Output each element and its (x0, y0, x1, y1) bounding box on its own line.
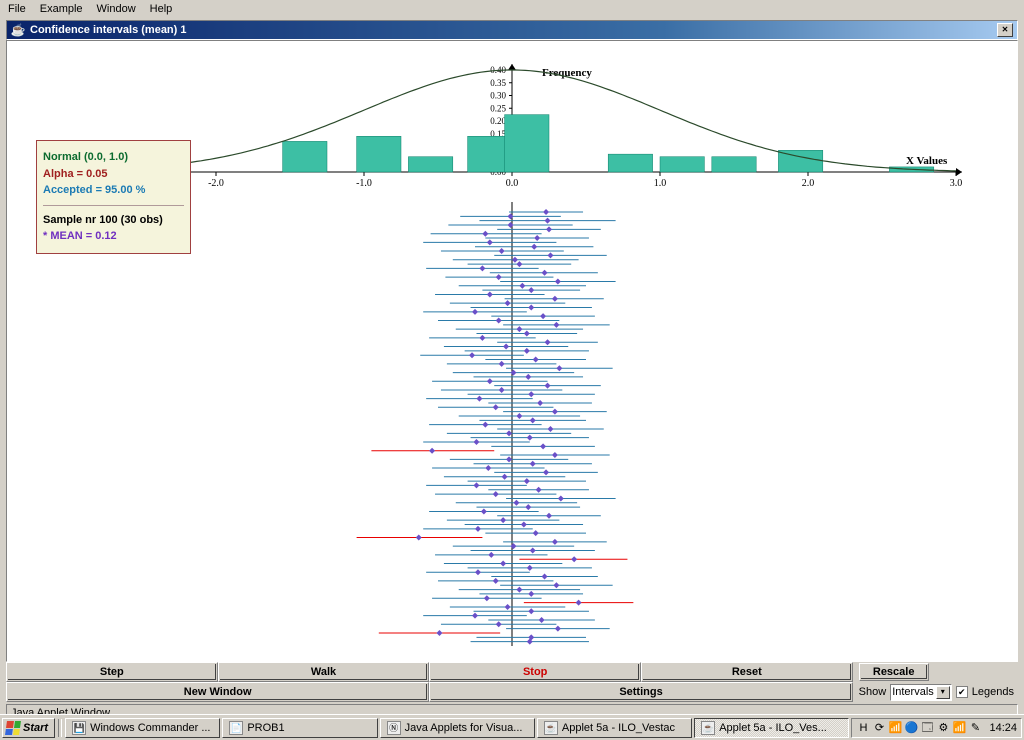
info-box: Normal (0.0, 1.0) Alpha = 0.05 Accepted … (36, 140, 191, 254)
taskbar-divider (58, 719, 62, 737)
start-label: Start (23, 722, 48, 734)
taskbar-item-3[interactable]: ☕ Applet 5a - ILO_Vestac (537, 718, 692, 738)
svg-text:-2.0: -2.0 (208, 178, 224, 189)
new-window-button[interactable]: New Window (6, 682, 429, 702)
plot-svg: -3.0-2.0-1.00.01.02.03.00.000.050.100.15… (8, 42, 1016, 662)
taskbar-item-2[interactable]: Ⓝ Java Applets for Visua... (380, 718, 535, 738)
info-dist: Normal (0.0, 1.0) (43, 149, 184, 166)
menubar: File Example Window Help (0, 0, 1024, 18)
svg-text:1.0: 1.0 (654, 178, 667, 189)
show-dropdown-value: Intervals (892, 686, 934, 698)
tray-icon-6[interactable]: 📶 (952, 721, 966, 735)
tray-icon-3[interactable]: 🔵 (904, 721, 918, 735)
svg-text:0.25: 0.25 (490, 103, 506, 113)
reset-button[interactable]: Reset (641, 662, 853, 682)
taskbar-item-label: Applet 5a - ILO_Ves... (719, 722, 827, 734)
system-tray: H⟳📶🔵🗔⚙📶✎ 14:24 (851, 718, 1022, 738)
walk-button[interactable]: Walk (218, 662, 430, 682)
clock: 14:24 (985, 722, 1017, 734)
svg-text:-1.0: -1.0 (356, 178, 372, 189)
taskbar-item-icon: 💾 (72, 721, 86, 735)
show-label: Show (859, 686, 887, 698)
taskbar-item-4[interactable]: ☕ Applet 5a - ILO_Ves... (694, 718, 849, 738)
info-divider (43, 205, 184, 206)
windows-icon (5, 721, 21, 735)
window-titlebar: ☕ Confidence intervals (mean) 1 ✕ (6, 20, 1018, 40)
side-panel: Rescale Show Intervals ▾ ✔ Legends (855, 662, 1018, 702)
taskbar-item-icon: Ⓝ (387, 721, 401, 735)
svg-text:0.30: 0.30 (490, 91, 506, 101)
taskbar-item-label: Windows Commander ... (90, 722, 210, 734)
info-alpha: Alpha = 0.05 (43, 166, 184, 183)
taskbar-item-icon: ☕ (544, 721, 558, 735)
tray-icon-1[interactable]: ⟳ (872, 721, 886, 735)
taskbar-item-label: PROB1 (247, 722, 284, 734)
stop-button[interactable]: Stop (429, 662, 641, 682)
rescale-button[interactable]: Rescale (859, 663, 929, 681)
tray-icon-0[interactable]: H (856, 721, 870, 735)
taskbar-item-icon: ☕ (701, 721, 715, 735)
taskbar-item-0[interactable]: 💾 Windows Commander ... (65, 718, 220, 738)
legends-checkbox[interactable]: ✔ (956, 686, 968, 698)
taskbar-item-icon: 📄 (229, 721, 243, 735)
taskbar-item-label: Applet 5a - ILO_Vestac (562, 722, 675, 734)
show-dropdown[interactable]: Intervals ▾ (890, 684, 952, 701)
svg-text:0.0: 0.0 (506, 178, 519, 189)
svg-text:0.20: 0.20 (490, 116, 506, 126)
settings-button[interactable]: Settings (429, 682, 852, 702)
taskbar-item-label: Java Applets for Visua... (405, 722, 523, 734)
taskbar-item-1[interactable]: 📄 PROB1 (222, 718, 377, 738)
svg-text:2.0: 2.0 (802, 178, 815, 189)
window-title: Confidence intervals (mean) 1 (30, 24, 187, 36)
toolbar-row2: New Window Settings (6, 682, 853, 702)
info-accepted: Accepted = 95.00 % (43, 182, 184, 199)
chevron-down-icon: ▾ (936, 686, 950, 699)
step-button[interactable]: Step (6, 662, 218, 682)
tray-icon-7[interactable]: ✎ (968, 721, 982, 735)
info-sample: Sample nr 100 (30 obs) (43, 212, 184, 229)
taskbar: Start 💾 Windows Commander ... 📄 PROB1 Ⓝ Java … (0, 714, 1024, 740)
tray-icon-2[interactable]: 📶 (888, 721, 902, 735)
tray-icon-4[interactable]: 🗔 (920, 721, 934, 735)
info-mean: * MEAN = 0.12 (43, 228, 184, 245)
menu-help[interactable]: Help (150, 3, 173, 15)
close-button[interactable]: ✕ (997, 23, 1013, 37)
legends-label: Legends (972, 686, 1014, 698)
menu-window[interactable]: Window (97, 3, 136, 15)
menu-example[interactable]: Example (40, 3, 83, 15)
svg-text:3.0: 3.0 (950, 178, 963, 189)
tray-icon-5[interactable]: ⚙ (936, 721, 950, 735)
java-icon: ☕ (11, 23, 25, 37)
applet-canvas: -3.0-2.0-1.00.01.02.03.00.000.050.100.15… (6, 40, 1018, 662)
toolbar-row1: Step Walk Stop Reset (6, 662, 853, 682)
svg-text:0.35: 0.35 (490, 78, 506, 88)
menu-file[interactable]: File (8, 3, 26, 15)
svg-text:X Values: X Values (906, 155, 948, 167)
start-button[interactable]: Start (2, 718, 55, 738)
